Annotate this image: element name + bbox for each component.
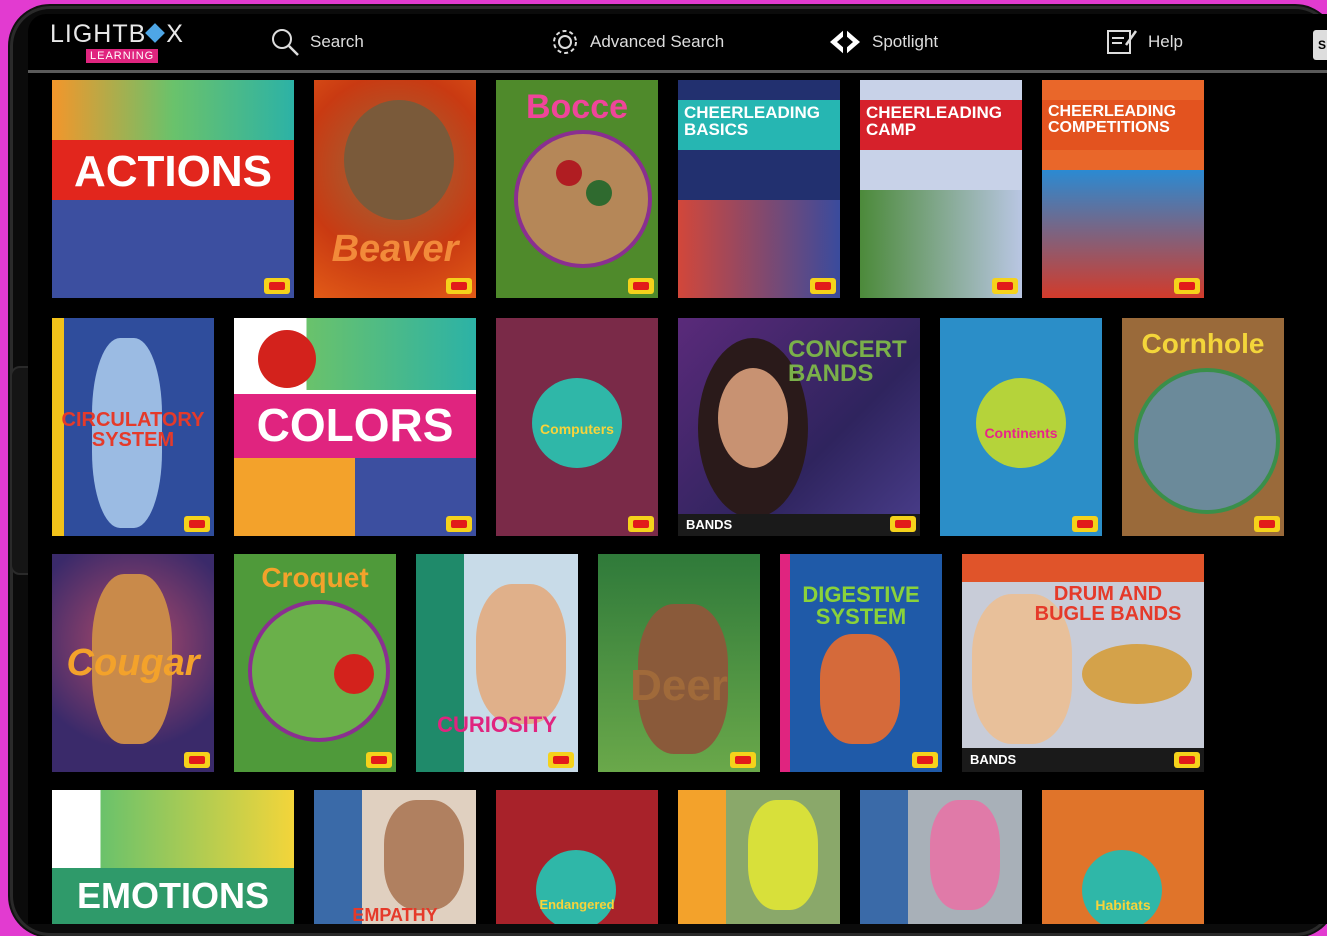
book-cover-empathy[interactable]: EMPATHY	[314, 790, 476, 924]
publisher-badge	[264, 278, 290, 294]
book-title: Bocce	[525, 88, 629, 126]
publisher-badge	[1072, 516, 1098, 532]
book-title: DIGESTIVE SYSTEM	[802, 582, 920, 629]
book-title: Continents	[984, 425, 1058, 441]
logo-wordmark: LIGHTB X	[50, 20, 184, 48]
book-series-label: BANDS	[970, 752, 1017, 767]
lightbox-logo[interactable]: LIGHTB X LEARNING	[50, 22, 200, 68]
book-title: Endangered	[539, 897, 615, 912]
book-cover-emotions[interactable]: EMOTIONS	[52, 790, 294, 924]
book-cover-beaver[interactable]: Beaver	[314, 80, 476, 298]
publisher-badge	[446, 278, 472, 294]
book-title: Beaver	[331, 228, 459, 270]
book-title: Croquet	[261, 562, 369, 593]
book-cover-drum-and-bugle-bands[interactable]: DRUM AND BUGLE BANDS BANDS	[962, 554, 1204, 772]
book-cover-cornhole[interactable]: Cornhole	[1122, 318, 1284, 536]
book-cover-cheerleading-basics[interactable]: CHEERLEADING BASICS	[678, 80, 840, 298]
book-cover-deer[interactable]: Deer	[598, 554, 760, 772]
book-title: EMOTIONS	[76, 875, 269, 916]
book-title: COLORS	[256, 399, 454, 451]
help-icon	[1107, 30, 1138, 54]
book-title: Computers	[540, 421, 614, 437]
book-cover-circulatory-system[interactable]: CIRCULATORY SYSTEM	[52, 318, 214, 536]
book-cover-concert-bands[interactable]: CONCERT BANDS BANDS	[678, 318, 920, 536]
publisher-badge	[1254, 516, 1280, 532]
advanced-search-nav-button[interactable]: Advanced Search	[550, 26, 724, 58]
book-title: CURIOSITY	[437, 712, 557, 737]
publisher-badge	[730, 752, 756, 768]
publisher-badge	[184, 516, 210, 532]
diamond-icon	[145, 23, 166, 43]
book-cover-computers[interactable]: Computers	[496, 318, 658, 536]
book-title: DRUM AND BUGLE BANDS	[1034, 583, 1182, 625]
book-title: CIRCULATORY SYSTEM	[61, 409, 205, 451]
publisher-badge	[890, 516, 916, 532]
advanced-search-label: Advanced Search	[590, 32, 725, 51]
spotlight-nav-button[interactable]: Spotlight	[828, 26, 938, 58]
book-cover-actions[interactable]: ACTIONS	[52, 80, 294, 298]
book-title: CONCERT BANDS	[788, 336, 907, 387]
book-cover-cheerleading-camp[interactable]: CHEERLEADING CAMP	[860, 80, 1022, 298]
book-cover-curiosity[interactable]: CURIOSITY	[416, 554, 578, 772]
book-title: EMPATHY	[352, 905, 438, 924]
book-cover-continents[interactable]: Continents	[940, 318, 1102, 536]
publisher-badge	[992, 278, 1018, 294]
book-cover-row4-book4[interactable]	[678, 790, 840, 924]
search-icon	[272, 29, 299, 56]
publisher-badge	[1174, 278, 1200, 294]
book-cover-bocce[interactable]: Bocce	[496, 80, 658, 298]
book-cover-endangered[interactable]: Endangered	[496, 790, 658, 924]
top-navigation-bar: LIGHTB X LEARNING Search Advanced Search …	[28, 14, 1327, 73]
publisher-badge	[912, 752, 938, 768]
book-title: CHEERLEADING BASICS	[684, 103, 821, 139]
publisher-badge	[1174, 752, 1200, 768]
help-label: Help	[1148, 32, 1183, 51]
book-title: Cougar	[66, 642, 200, 684]
book-series-label: BANDS	[686, 517, 733, 532]
logo-subtitle: LEARNING	[86, 49, 159, 63]
publisher-badge	[628, 516, 654, 532]
book-cover-colors[interactable]: COLORS	[234, 318, 476, 536]
publisher-badge	[184, 752, 210, 768]
search-nav-button[interactable]: Search	[270, 26, 364, 58]
book-title: Habitats	[1095, 897, 1151, 913]
publisher-badge	[628, 278, 654, 294]
help-nav-button[interactable]: Help	[1106, 26, 1183, 58]
spotlight-icon	[830, 29, 860, 55]
gear-icon	[553, 30, 577, 54]
book-title: Cornhole	[1141, 328, 1265, 359]
book-title: ACTIONS	[74, 147, 272, 196]
book-title: Deer	[630, 661, 728, 710]
edge-tab-icon[interactable]: S	[1313, 30, 1327, 60]
search-label: Search	[310, 32, 364, 51]
book-cover-cheerleading-competitions[interactable]: CHEERLEADING COMPETITIONS	[1042, 80, 1204, 298]
publisher-badge	[366, 752, 392, 768]
publisher-badge	[548, 752, 574, 768]
book-cover-digestive-system[interactable]: DIGESTIVE SYSTEM	[780, 554, 942, 772]
book-title: CHEERLEADING COMPETITIONS	[1048, 103, 1177, 136]
book-cover-cougar[interactable]: Cougar	[52, 554, 214, 772]
screen: LIGHTB X LEARNING Search Advanced Search …	[28, 14, 1327, 924]
publisher-badge	[446, 516, 472, 532]
book-cover-habitats[interactable]: Habitats	[1042, 790, 1204, 924]
book-title: CHEERLEADING CAMP	[866, 103, 1003, 139]
publisher-badge	[810, 278, 836, 294]
spotlight-label: Spotlight	[872, 32, 939, 51]
book-cover-croquet[interactable]: Croquet	[234, 554, 396, 772]
book-cover-row4-book5[interactable]	[860, 790, 1022, 924]
